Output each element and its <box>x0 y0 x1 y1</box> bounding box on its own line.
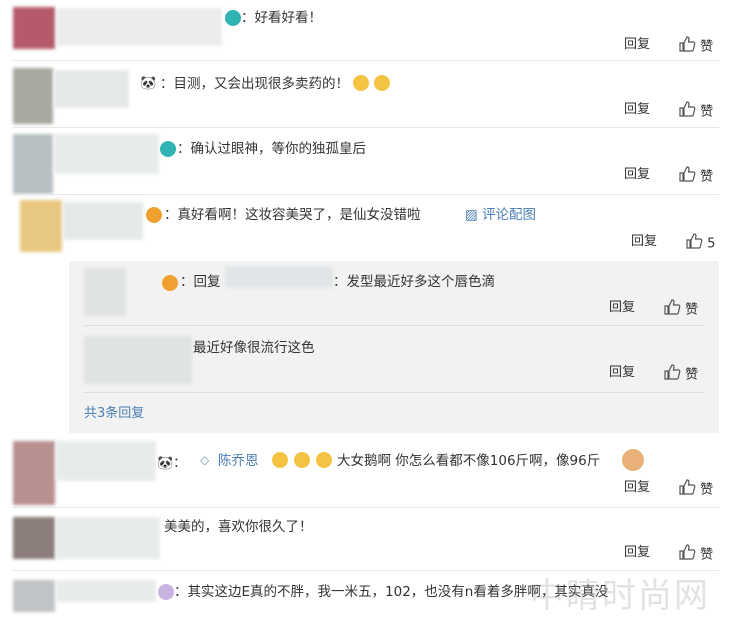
comment-text: 美美的，喜欢你很久了！ <box>164 519 313 535</box>
reply-button[interactable]: 回复 <box>624 166 650 184</box>
separator <box>13 507 719 508</box>
crown-emoji-icon <box>162 275 178 291</box>
avatar[interactable] <box>13 7 55 49</box>
like-label: 赞 <box>700 104 714 120</box>
separator <box>13 127 719 128</box>
username-blurred[interactable] <box>54 70 129 108</box>
emoji-icon <box>353 75 370 91</box>
emoji-icon <box>225 10 241 26</box>
comment-text: ：真好看啊！这妆容美哭了，是仙女没错啦 <box>164 207 421 223</box>
thumbs-up-icon <box>679 166 696 188</box>
crown-emoji-icon <box>146 207 162 223</box>
thumbs-up-icon <box>679 544 696 566</box>
like-button[interactable]: 赞 <box>664 299 698 321</box>
username-blurred[interactable] <box>56 580 156 602</box>
comment-text: ：目测，又会出现很多卖药的！ <box>160 74 390 94</box>
avatar[interactable] <box>13 517 55 559</box>
avatar[interactable] <box>13 68 53 124</box>
thumbs-up-icon <box>664 364 681 386</box>
emoji-icon <box>316 452 332 468</box>
like-label: 赞 <box>700 169 714 185</box>
comment-image-link[interactable]: ▨ 评论配图 <box>465 205 536 225</box>
like-button[interactable]: 赞 <box>679 479 713 501</box>
like-button[interactable]: 5 <box>686 233 715 255</box>
username-blurred[interactable] <box>63 202 143 240</box>
reply-text: ：发型最近好多这个唇色滴 <box>333 274 495 290</box>
like-button[interactable]: 赞 <box>679 544 713 566</box>
thumbs-up-icon <box>679 101 696 123</box>
reply-prefix: ：回复 <box>180 274 221 290</box>
avatar[interactable] <box>13 580 55 612</box>
reply-button[interactable]: 回复 <box>624 36 650 54</box>
separator <box>13 194 719 195</box>
like-label: 赞 <box>685 367 699 383</box>
mention-blurred[interactable] <box>225 266 333 288</box>
thumbs-up-icon <box>679 479 696 501</box>
separator <box>84 392 704 393</box>
like-label: 赞 <box>700 482 714 498</box>
avatar[interactable] <box>20 200 62 252</box>
username-blurred[interactable] <box>54 134 159 174</box>
emoji-icon <box>373 75 390 91</box>
emoji-icon <box>160 141 176 157</box>
avatar[interactable] <box>13 134 53 194</box>
like-button[interactable]: 赞 <box>679 36 713 58</box>
watermark: 中睛时尚网 <box>530 576 710 616</box>
diamond-icon: ◇ <box>200 453 210 467</box>
separator <box>84 325 704 326</box>
comment-text: ：确认过眼神，等你的独孤皇后 <box>177 141 366 157</box>
avatar[interactable] <box>84 336 192 384</box>
like-label: 赞 <box>685 302 699 318</box>
like-button[interactable]: 赞 <box>679 166 713 188</box>
reply-button[interactable]: 回复 <box>609 299 635 317</box>
like-button[interactable]: 赞 <box>664 364 698 386</box>
emoji-icon <box>294 452 310 468</box>
username-blurred[interactable] <box>56 517 160 559</box>
comment-text: ：好看好看！ <box>241 10 322 26</box>
like-button[interactable]: 赞 <box>679 101 713 123</box>
avatar[interactable] <box>84 268 126 316</box>
avatar[interactable] <box>13 441 55 505</box>
thumbs-up-icon <box>686 233 703 255</box>
like-label: 赞 <box>700 39 714 55</box>
image-icon: ▨ <box>465 207 478 223</box>
like-count: 5 <box>707 236 716 252</box>
panda-emoji-icon: 🐼： <box>157 456 187 471</box>
thumbs-up-icon <box>679 36 696 58</box>
reply-button[interactable]: 回复 <box>631 233 657 251</box>
reply-button[interactable]: 回复 <box>624 479 650 497</box>
reply-button[interactable]: 回复 <box>609 364 635 382</box>
separator <box>13 60 719 61</box>
thumbs-up-icon <box>664 299 681 321</box>
emoji-icon <box>158 584 174 600</box>
like-label: 赞 <box>700 547 714 563</box>
emoji-icon <box>272 452 288 468</box>
username-blurred[interactable] <box>56 441 156 481</box>
mention-link[interactable]: 陈乔恩 <box>218 451 259 471</box>
reply-button[interactable]: 回复 <box>624 544 650 562</box>
reply-button[interactable]: 回复 <box>624 101 650 119</box>
comment-text: 大女鹅啊 你怎么看都不像106斤啊，像96斤 <box>337 453 601 469</box>
username-blurred[interactable] <box>57 8 222 46</box>
more-replies-link[interactable]: 共3条回复 <box>84 404 144 424</box>
cat-emoji-icon <box>622 449 644 471</box>
panda-emoji-icon: 🐼 <box>140 76 157 91</box>
reply-text: 最近好像很流行这色 <box>193 340 315 356</box>
